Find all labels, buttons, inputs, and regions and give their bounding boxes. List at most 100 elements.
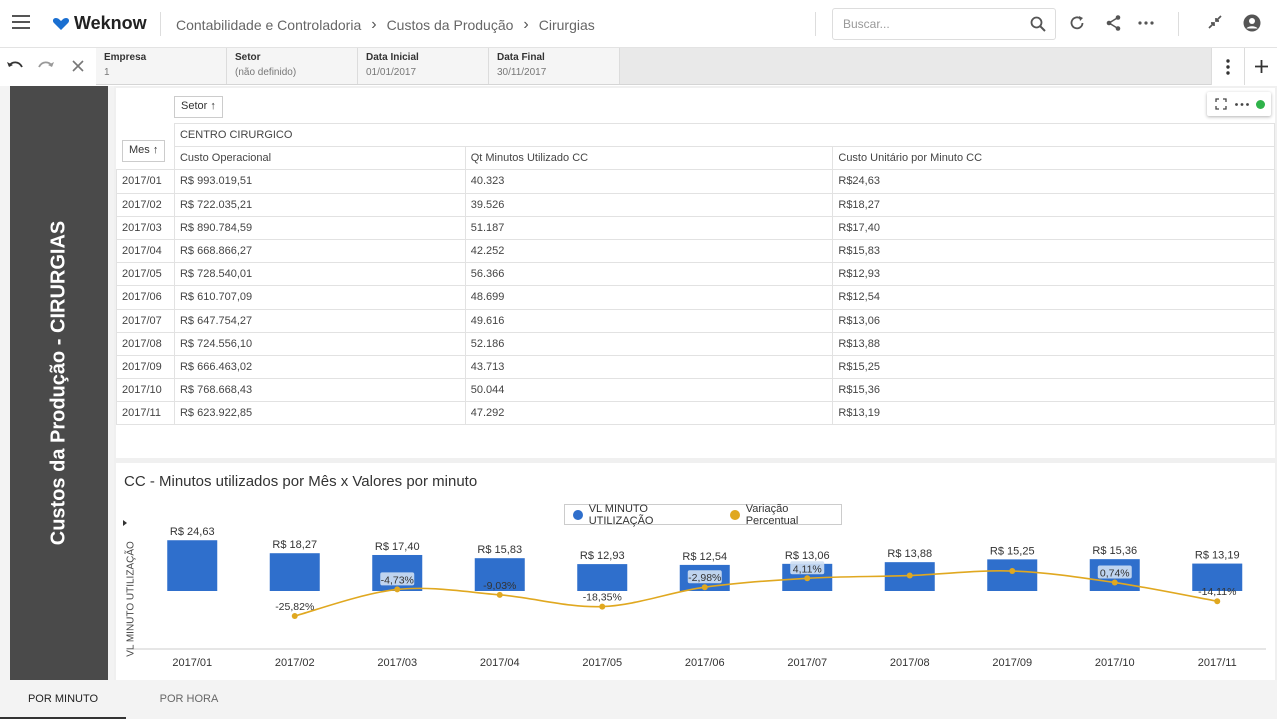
qt-minutos-cell[interactable]: 42.252 (464, 238, 834, 264)
column-header[interactable]: Custo Unitário por Minuto CC (832, 146, 1275, 171)
more-horizontal-icon[interactable] (1235, 103, 1249, 106)
redo-icon[interactable] (37, 58, 55, 74)
clear-filters-icon[interactable] (71, 59, 85, 73)
bar[interactable] (987, 559, 1038, 591)
line-point[interactable] (599, 603, 606, 610)
custo-operacional-cell[interactable]: R$ 666.463,02 (173, 354, 466, 380)
line-value-label: -18,35% (583, 592, 622, 604)
qt-minutos-cell[interactable]: 43.713 (464, 354, 834, 380)
breadcrumb-item[interactable]: Custos da Produção (387, 17, 514, 33)
custo-unitario-cell[interactable]: R$15,25 (832, 354, 1275, 380)
table-row: 2017/06 R$ 610.707,09 48.699 R$12,54 (116, 285, 1275, 310)
filter-empresa[interactable]: Empresa 1 (96, 48, 227, 84)
line-point[interactable] (1214, 598, 1221, 605)
filter-options[interactable] (1211, 48, 1244, 85)
qt-minutos-cell[interactable]: 50.044 (464, 378, 834, 403)
search-box[interactable] (832, 8, 1056, 40)
custo-unitario-cell[interactable]: R$24,63 (832, 169, 1275, 194)
row-month-cell[interactable]: 2017/07 (116, 308, 175, 333)
line-point[interactable] (804, 575, 811, 582)
collapse-icon[interactable] (1207, 14, 1223, 30)
column-header[interactable]: Custo Operacional (173, 146, 466, 171)
custo-operacional-cell[interactable]: R$ 890.784,59 (173, 215, 466, 240)
legend-item[interactable]: VL MINUTO UTILIZAÇÃO (589, 503, 712, 527)
qt-minutos-cell[interactable]: 47.292 (464, 401, 834, 426)
filter-data-final[interactable]: Data Final 30/11/2017 (489, 48, 620, 84)
tab-por-minuto[interactable]: POR MINUTO (0, 680, 126, 719)
legend-item[interactable]: Variação Percentual (746, 503, 841, 527)
qt-minutos-cell[interactable]: 49.616 (464, 308, 834, 333)
bar[interactable] (269, 553, 320, 591)
plus-icon[interactable] (1255, 60, 1268, 73)
custo-unitario-cell[interactable]: R$12,93 (832, 262, 1275, 287)
dashboard-content: Setor ↑ Mes ↑ CENTRO CIRURGICO Custo Ope… (114, 86, 1277, 680)
row-month-cell[interactable]: 2017/06 (116, 285, 175, 310)
filter-value: (não definido) (235, 67, 297, 78)
custo-unitario-cell[interactable]: R$13,06 (832, 308, 1275, 333)
side-panel: Custos da Produção - CIRURGIAS (0, 86, 114, 680)
line-point[interactable] (291, 613, 298, 619)
more-vertical-icon[interactable] (1226, 59, 1230, 75)
custo-unitario-cell[interactable]: R$17,40 (832, 215, 1275, 240)
share-icon[interactable] (1105, 14, 1123, 32)
custo-operacional-cell[interactable]: R$ 724.556,10 (173, 331, 466, 356)
custo-operacional-cell[interactable]: R$ 722.035,21 (173, 192, 466, 217)
bar[interactable] (167, 540, 218, 591)
custo-unitario-cell[interactable]: R$12,54 (832, 285, 1275, 310)
custo-operacional-cell[interactable]: R$ 728.540,01 (173, 262, 466, 287)
fullscreen-icon[interactable] (1215, 98, 1227, 110)
search-input[interactable] (843, 9, 1023, 39)
qt-minutos-cell[interactable]: 40.323 (464, 169, 834, 194)
user-avatar-icon[interactable] (1243, 14, 1261, 32)
custo-unitario-cell[interactable]: R$18,27 (832, 192, 1275, 217)
line-point[interactable] (394, 586, 401, 593)
breadcrumb-item[interactable]: Cirurgias (539, 17, 595, 33)
undo-icon[interactable] (6, 58, 24, 74)
row-month-cell[interactable]: 2017/01 (116, 169, 175, 194)
empty-cell (116, 123, 175, 147)
row-month-cell[interactable]: 2017/04 (116, 238, 175, 264)
column-header[interactable]: Qt Minutos Utilizado CC (464, 146, 834, 171)
tab-por-hora[interactable]: POR HORA (126, 680, 252, 719)
qt-minutos-cell[interactable]: 52.186 (464, 331, 834, 356)
custo-unitario-cell[interactable]: R$13,88 (832, 331, 1275, 356)
custo-operacional-cell[interactable]: R$ 623.922,85 (173, 401, 466, 426)
row-month-cell[interactable]: 2017/11 (116, 401, 175, 426)
row-month-cell[interactable]: 2017/09 (116, 354, 175, 380)
filter-data-inicial[interactable]: Data Inicial 01/01/2017 (358, 48, 489, 84)
filter-setor[interactable]: Setor (não definido) (227, 48, 358, 84)
line-point[interactable] (496, 591, 503, 598)
add-filter[interactable] (1244, 48, 1277, 85)
line-point[interactable] (1111, 579, 1118, 586)
custo-unitario-cell[interactable]: R$13,19 (832, 401, 1275, 426)
line-point[interactable] (1009, 568, 1016, 575)
custo-operacional-cell[interactable]: R$ 768.668,43 (173, 378, 466, 403)
custo-operacional-cell[interactable]: R$ 993.019,51 (173, 169, 466, 194)
row-month-cell[interactable]: 2017/03 (116, 215, 175, 240)
breadcrumb-item[interactable]: Contabilidade e Controladoria (176, 17, 361, 33)
qt-minutos-cell[interactable]: 56.366 (464, 262, 834, 287)
custo-operacional-cell[interactable]: R$ 610.707,09 (173, 285, 466, 310)
custo-unitario-cell[interactable]: R$15,36 (832, 378, 1275, 403)
bar[interactable] (577, 564, 628, 591)
row-month-cell[interactable]: 2017/10 (116, 378, 175, 403)
qt-minutos-cell[interactable]: 48.699 (464, 285, 834, 310)
line-value-label: -4,73% (381, 574, 414, 586)
pivot-column-field[interactable]: Setor ↑ (174, 96, 223, 118)
qt-minutos-cell[interactable]: 39.526 (464, 192, 834, 217)
filter-value: 30/11/2017 (497, 67, 547, 78)
row-month-cell[interactable]: 2017/08 (116, 331, 175, 356)
row-month-cell[interactable]: 2017/02 (116, 192, 175, 217)
custo-unitario-cell[interactable]: R$15,83 (832, 238, 1275, 264)
custo-operacional-cell[interactable]: R$ 668.866,27 (173, 238, 466, 264)
brand-logo[interactable]: Weknow (52, 13, 147, 34)
more-horizontal-icon[interactable] (1138, 14, 1154, 32)
row-month-cell[interactable]: 2017/05 (116, 262, 175, 287)
qt-minutos-cell[interactable]: 51.187 (464, 215, 834, 240)
hamburger-menu-icon[interactable] (12, 15, 30, 31)
search-icon[interactable] (1030, 16, 1046, 32)
line-point[interactable] (906, 572, 913, 579)
custo-operacional-cell[interactable]: R$ 647.754,27 (173, 308, 466, 333)
line-point[interactable] (701, 584, 708, 591)
refresh-icon[interactable] (1068, 14, 1086, 32)
